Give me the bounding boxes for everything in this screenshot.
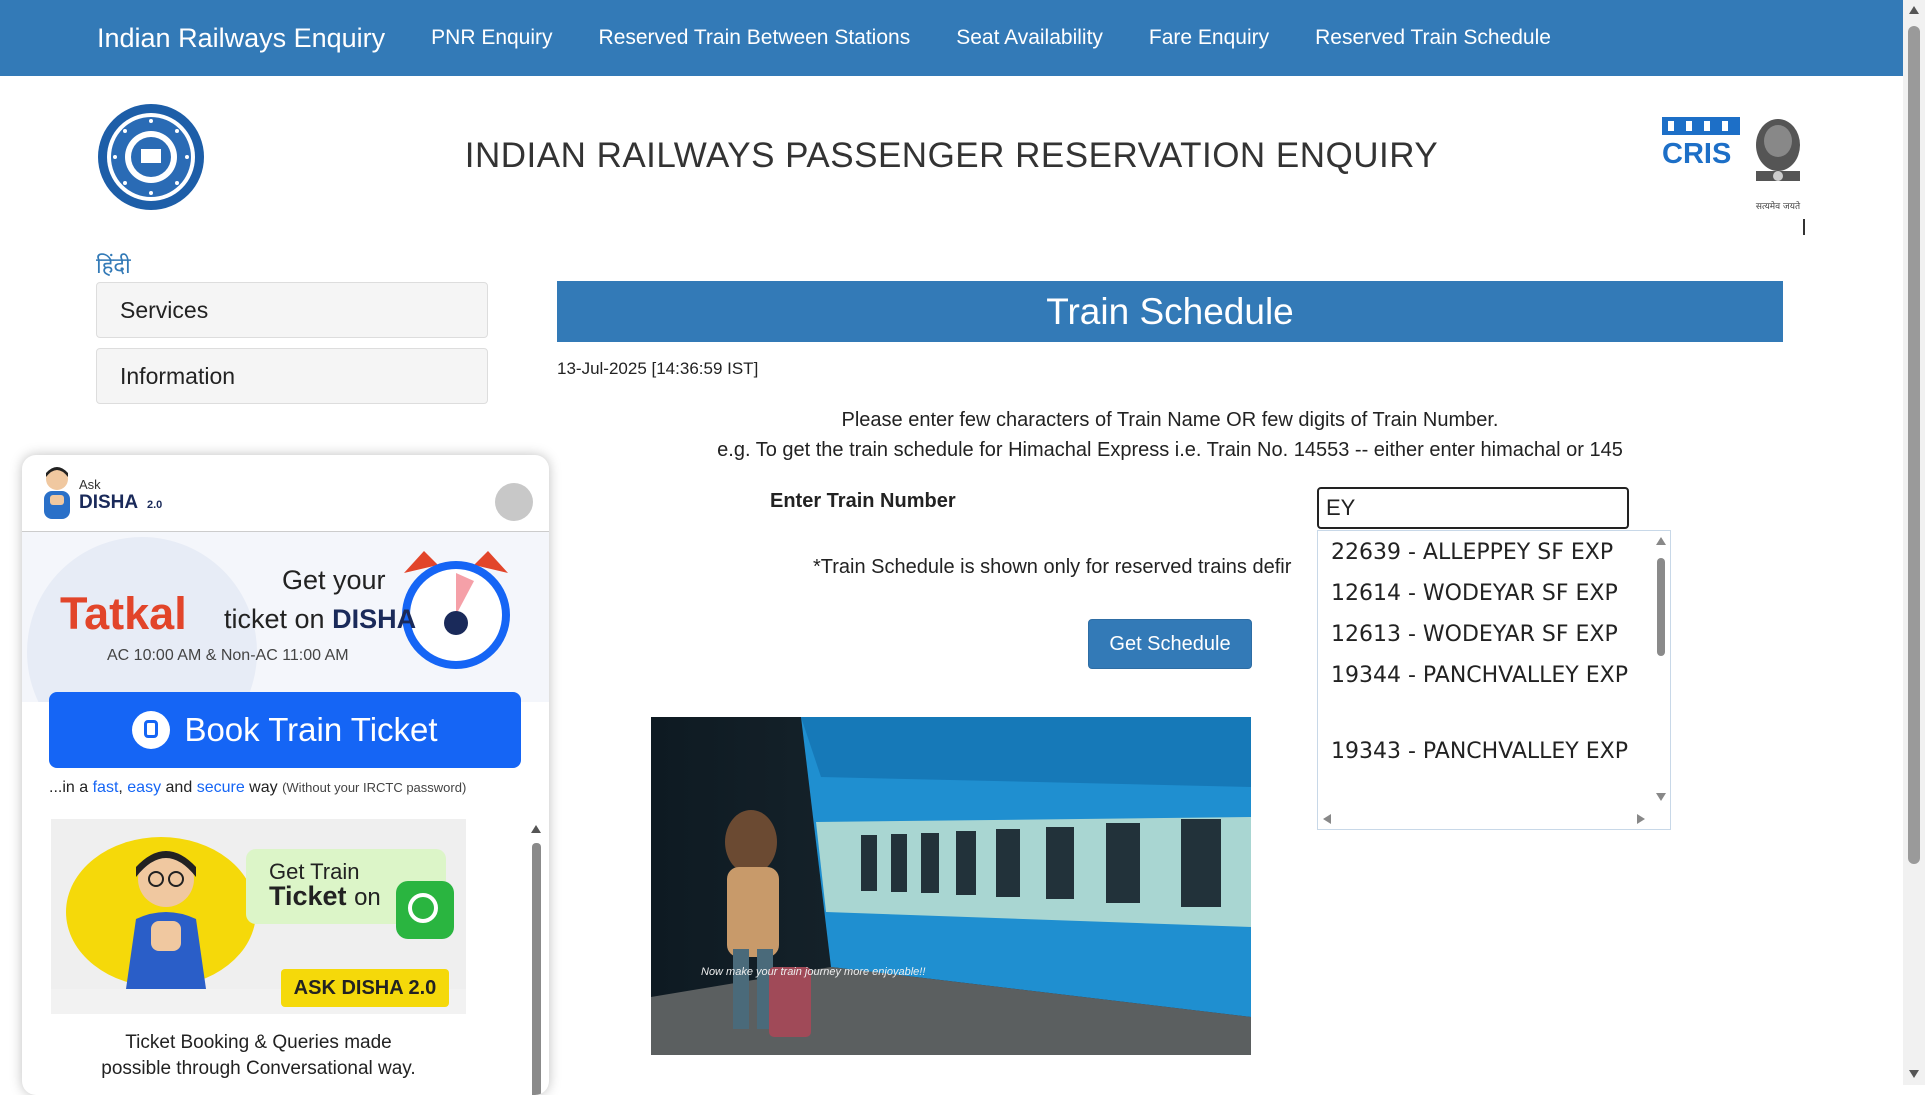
instruction-line-1: Please enter few characters of Train Nam… — [841, 409, 1499, 431]
nav-fare-enquiry[interactable]: Fare Enquiry — [1149, 26, 1269, 50]
ad-ticket-text: Ticket on — [269, 881, 381, 912]
ticket-on-brand: DISHA — [332, 604, 417, 634]
nav-reserved-train-schedule[interactable]: Reserved Train Schedule — [1315, 26, 1551, 50]
train-icon — [132, 711, 171, 749]
scroll-up-arrow-icon[interactable] — [1909, 6, 1919, 14]
disha-header: Ask DISHA 2.0 — [22, 455, 549, 532]
tagline-secure: secure — [196, 779, 245, 796]
emblem-motto: सत्यमेव जयते — [1756, 200, 1801, 212]
tatkal-timing: AC 10:00 AM & Non-AC 11:00 AM — [107, 647, 349, 664]
reserved-trains-note: *Train Schedule is shown only for reserv… — [813, 556, 1292, 578]
ticket-on-disha-text: ticket on DISHA — [224, 604, 416, 635]
disha-assistant-illustration — [126, 851, 206, 989]
book-train-ticket-button[interactable]: Book Train Ticket — [49, 692, 521, 768]
get-your-text: Get your — [282, 565, 386, 595]
photo-caption: Now make your train journey more enjoyab… — [701, 966, 925, 978]
ad-description-line-1: Ticket Booking & Queries made — [125, 1032, 392, 1053]
get-schedule-button[interactable]: Get Schedule — [1088, 619, 1252, 669]
brand-link[interactable]: Indian Railways Enquiry — [97, 23, 385, 54]
ad-ticket-word: Ticket — [269, 881, 347, 911]
train-platform-photo: Now make your train journey more enjoyab… — [651, 717, 1251, 1055]
train-suggestion-dropdown[interactable]: 22639 - ALLEPPEY SF EXP 12614 - WODEYAR … — [1317, 530, 1671, 830]
nav-pnr-enquiry[interactable]: PNR Enquiry — [431, 26, 552, 50]
page-scrollbar[interactable] — [1903, 0, 1925, 1085]
nav-reserved-train-between-stations[interactable]: Reserved Train Between Stations — [599, 26, 911, 50]
ad-description-line-2: possible through Conversational way. — [101, 1058, 416, 1079]
top-navbar: Indian Railways Enquiry PNR Enquiry Rese… — [0, 0, 1903, 76]
hindi-language-link[interactable]: हिंदी — [96, 250, 131, 280]
suggestion-item[interactable]: 12613 - WODEYAR SF EXP — [1331, 618, 1631, 652]
page-scrollbar-thumb[interactable] — [1908, 26, 1920, 864]
disha-close-icon[interactable] — [495, 483, 533, 521]
disha-version: 2.0 — [147, 499, 163, 511]
tatkal-text: Tatkal — [60, 588, 187, 639]
services-panel[interactable]: Services — [96, 282, 488, 338]
train-number-input[interactable] — [1317, 487, 1629, 529]
book-train-ticket-label: Book Train Ticket — [184, 711, 438, 748]
instruction-line-2: e.g. To get the train schedule for Himac… — [717, 439, 1623, 461]
dropdown-scroll-thumb[interactable] — [1657, 558, 1665, 656]
timestamp: 13-Jul-2025 [14:36:59 IST] — [557, 359, 759, 378]
disha-scrollbar[interactable] — [528, 819, 544, 1095]
disha-chat-widget[interactable]: Ask DISHA 2.0 Get your Tatkal ticket on … — [22, 455, 549, 1095]
disha-ask-label: Ask — [79, 477, 101, 492]
tagline-fast: fast — [92, 779, 119, 796]
suggestion-item[interactable]: 19344 - PANCHVALLEY EXP — [1331, 659, 1631, 693]
dropdown-horizontal-scrollbar[interactable] — [1318, 809, 1654, 829]
disha-scrollbar-thumb[interactable] — [532, 843, 541, 1095]
nav-seat-availability[interactable]: Seat Availability — [956, 26, 1103, 50]
information-panel[interactable]: Information — [96, 348, 488, 404]
whatsapp-icon — [396, 881, 454, 939]
ad-description: Ticket Booking & Queries made possible t… — [51, 1030, 466, 1082]
tagline-easy: easy — [127, 779, 162, 796]
disha-tagline: ...in a fast, easy and secure way (Witho… — [49, 779, 467, 796]
disha-avatar-icon — [44, 467, 70, 519]
ad-on-word: on — [354, 884, 381, 911]
dropdown-vertical-scrollbar[interactable] — [1652, 531, 1670, 811]
ticket-on-label: ticket on — [224, 604, 325, 634]
suggestion-item[interactable]: 12614 - WODEYAR SF EXP — [1331, 577, 1631, 611]
section-title: Train Schedule — [557, 281, 1783, 342]
cris-emblem-logo: CRIS सत्यमेव जयते — [1662, 117, 1801, 212]
tagline-way: way — [249, 779, 278, 796]
disha-name: DISHA — [79, 492, 139, 513]
text-cursor-mark — [1803, 219, 1805, 235]
tagline-note: (Without your IRCTC password) — [282, 780, 467, 795]
cris-text: CRIS — [1662, 138, 1731, 170]
train-number-label: Enter Train Number — [770, 490, 956, 512]
scroll-down-arrow-icon[interactable] — [1909, 1070, 1919, 1078]
page-title: INDIAN RAILWAYS PASSENGER RESERVATION EN… — [464, 136, 1439, 175]
ask-disha-tag: ASK DISHA 2.0 — [281, 969, 449, 1007]
suggestion-item[interactable]: 19343 - PANCHVALLEY EXP — [1331, 735, 1631, 769]
tagline-prefix: ...in a — [49, 779, 89, 796]
whatsapp-ad-banner[interactable]: Get Train Ticket on ASK DISHA 2.0 Ticket… — [51, 819, 466, 1095]
suggestion-item[interactable]: 22639 - ALLEPPEY SF EXP — [1331, 536, 1631, 570]
tagline-and: and — [165, 779, 193, 796]
